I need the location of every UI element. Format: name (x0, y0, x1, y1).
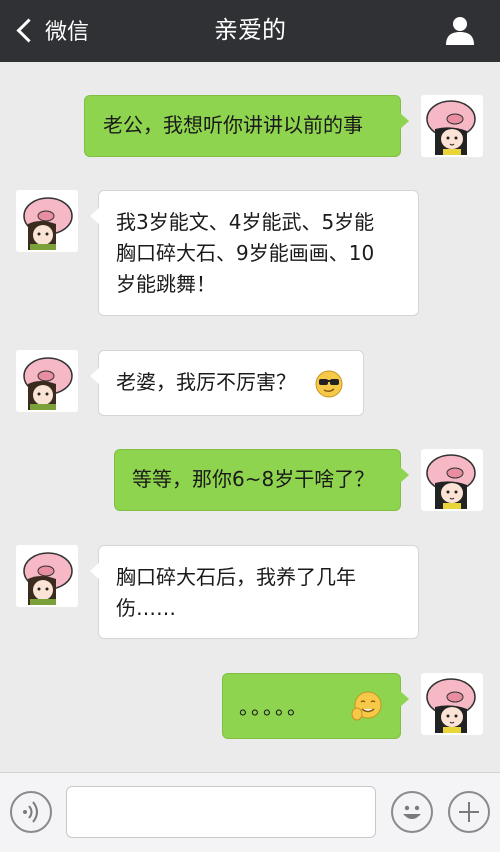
contact-avatar[interactable] (16, 190, 78, 252)
cool-sunglasses-emoji-icon (315, 370, 343, 398)
my-avatar[interactable] (421, 449, 483, 511)
pig-boy-avatar-icon (16, 190, 78, 252)
pig-boy-avatar-icon (16, 545, 78, 607)
emoji-button[interactable] (391, 791, 433, 833)
my-avatar[interactable] (421, 95, 483, 157)
chat-title: 亲爱的 (214, 16, 286, 44)
message-bubble-sent[interactable]: 。。。。。 (222, 673, 409, 739)
message-text: 老公，我想听你讲讲以前的事 (103, 113, 363, 137)
input-toolbar (0, 772, 500, 852)
pig-girl-avatar-icon (421, 449, 483, 511)
message-bubble-received[interactable]: 老婆，我厉不厉害？ (90, 350, 364, 416)
pig-girl-avatar-icon (421, 95, 483, 157)
message-text-line: 伤…… (116, 596, 176, 620)
message-text: 老婆，我厉不厉害？ (116, 370, 296, 394)
message-text: 。。。。。 (239, 695, 309, 719)
profile-button[interactable] (444, 14, 476, 46)
awkward-smile-emoji-icon (351, 691, 382, 721)
message-bubble-sent[interactable]: 老公，我想听你讲讲以前的事 (84, 95, 409, 157)
message-input[interactable] (66, 786, 376, 838)
message-text-line: 胸口碎大石、9岁能画画、10 (116, 241, 375, 265)
message-bubble-received[interactable]: 胸口碎大石后，我养了几年 伤…… (90, 545, 419, 639)
voice-wave-icon (23, 801, 38, 823)
top-navigation-bar: 微信 亲爱的 (0, 0, 500, 62)
message-bubble-sent[interactable]: 等等，那你6~8岁干啥了？ (114, 449, 409, 511)
message-text: 等等，那你6~8岁干啥了？ (132, 467, 375, 491)
contact-avatar[interactable] (16, 545, 78, 607)
pig-girl-avatar-icon (421, 673, 483, 735)
contact-avatar[interactable] (16, 350, 78, 412)
message-bubble-received[interactable]: 我3岁能文、4岁能武、5岁能 胸口碎大石、9岁能画画、10 岁能跳舞！ (90, 190, 419, 316)
message-text-line: 我3岁能文、4岁能武、5岁能 (116, 210, 375, 234)
message-text-line: 岁能跳舞！ (116, 272, 216, 296)
pig-boy-avatar-icon (16, 350, 78, 412)
voice-button[interactable] (10, 791, 52, 833)
message-text-line: 胸口碎大石后，我养了几年 (116, 565, 356, 589)
my-avatar[interactable] (421, 673, 483, 735)
person-icon (446, 17, 474, 45)
plus-icon (459, 802, 479, 822)
smiley-face-icon (403, 805, 421, 819)
more-button[interactable] (448, 791, 490, 833)
